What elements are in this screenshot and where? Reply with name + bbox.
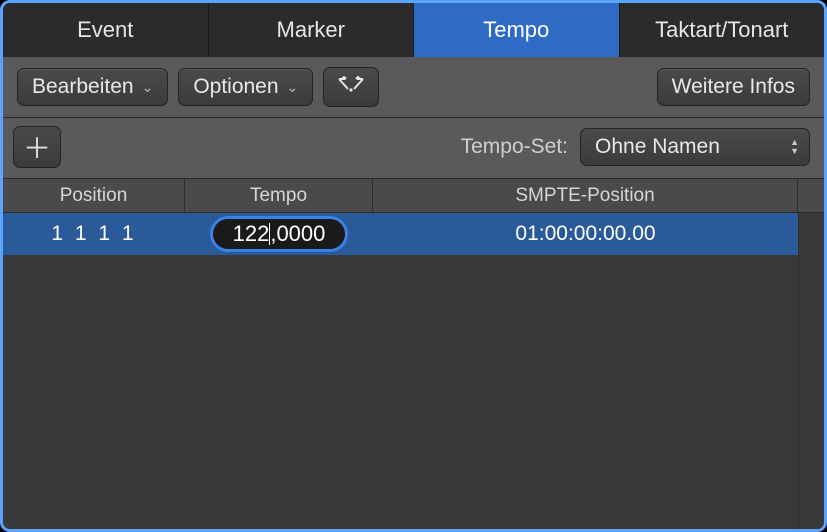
edit-menu-button[interactable]: Bearbeiten ⌄ (17, 68, 168, 106)
filter-icon-button[interactable] (323, 67, 379, 107)
tempo-set-select[interactable]: Ohne Namen ▲▼ (580, 128, 810, 166)
tab-tempo[interactable]: Tempo (414, 3, 620, 57)
header-tempo[interactable]: Tempo (185, 179, 373, 212)
tab-marker[interactable]: Marker (209, 3, 415, 57)
options-menu-button[interactable]: Optionen ⌄ (178, 68, 313, 106)
tab-event[interactable]: Event (3, 3, 209, 57)
header-position[interactable]: Position (3, 179, 185, 212)
cell-position[interactable]: 1 1 1 1 (3, 213, 185, 255)
tempo-list-window: Event Marker Tempo Taktart/Tonart Bearbe… (0, 0, 827, 532)
table-row[interactable]: 1 1 1 1 122,0000 01:00:00:00.00 (3, 213, 798, 255)
cell-smpte[interactable]: 01:00:00:00.00 (373, 213, 798, 255)
tempo-list-body: 1 1 1 1 122,0000 01:00:00:00.00 (3, 213, 798, 529)
tempo-list: 1 1 1 1 122,0000 01:00:00:00.00 (3, 213, 824, 529)
tab-label: Taktart/Tonart (655, 17, 788, 43)
plus-icon: ＋ (23, 127, 51, 167)
vertical-scrollbar[interactable] (798, 213, 824, 529)
more-info-label: Weitere Infos (672, 75, 795, 99)
tempo-value-before-cursor: 122 (233, 221, 270, 247)
header-smpte[interactable]: SMPTE-Position (373, 179, 798, 212)
add-button[interactable]: ＋ (13, 126, 61, 168)
tab-signature[interactable]: Taktart/Tonart (620, 3, 825, 57)
more-info-button[interactable]: Weitere Infos (657, 68, 810, 106)
chevron-down-icon: ⌄ (287, 79, 299, 96)
tempo-set-label: Tempo-Set: (461, 135, 568, 159)
stepper-icon: ▲▼ (790, 138, 799, 156)
cell-tempo[interactable]: 122,0000 (185, 213, 373, 255)
smpte-value: 01:00:00:00.00 (515, 222, 655, 246)
position-value: 1 1 1 1 (51, 222, 136, 246)
tab-label: Event (77, 17, 133, 43)
column-headers: Position Tempo SMPTE-Position (3, 179, 824, 213)
tempo-value-after-cursor: ,0000 (270, 221, 325, 247)
tempo-set-value: Ohne Namen (595, 135, 720, 159)
tab-label: Tempo (483, 17, 549, 43)
filter-icon (336, 76, 366, 98)
options-menu-label: Optionen (193, 75, 278, 99)
tempo-edit-field[interactable]: 122,0000 (210, 216, 349, 252)
tab-label: Marker (277, 17, 345, 43)
header-scroll-gutter (798, 179, 824, 212)
tempo-set-row: ＋ Tempo-Set: Ohne Namen ▲▼ (3, 118, 824, 179)
main-tabbar: Event Marker Tempo Taktart/Tonart (3, 3, 824, 57)
edit-menu-label: Bearbeiten (32, 75, 134, 99)
chevron-down-icon: ⌄ (142, 79, 154, 96)
toolbar: Bearbeiten ⌄ Optionen ⌄ Weitere Infos (3, 57, 824, 118)
